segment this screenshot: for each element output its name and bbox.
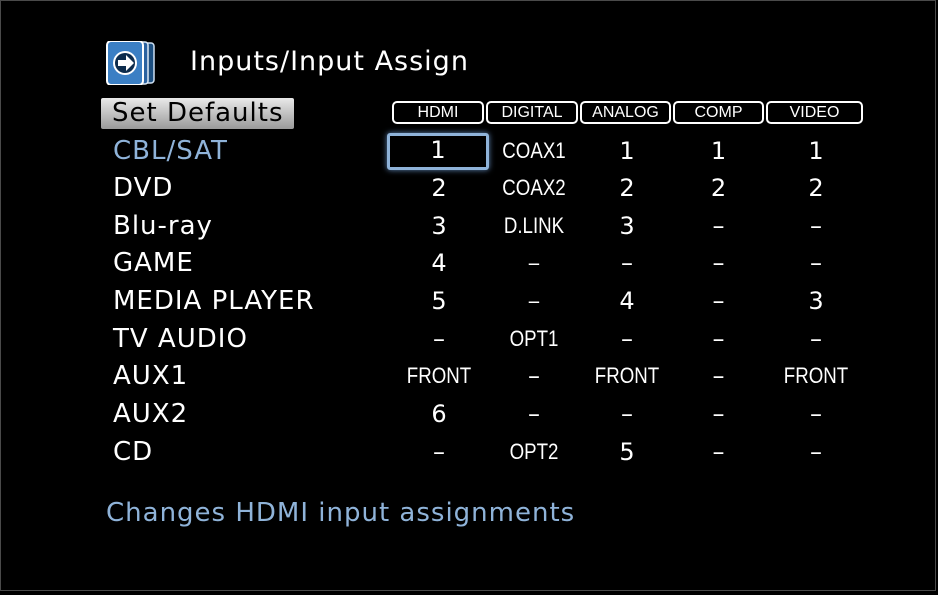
cell-comp[interactable]: –: [673, 285, 764, 317]
cell-hdmi[interactable]: –: [390, 436, 488, 468]
row-label-media-player[interactable]: MEDIA PLAYER: [113, 285, 315, 317]
cell-hdmi[interactable]: 4: [390, 247, 488, 279]
row-label-cd[interactable]: CD: [113, 436, 153, 468]
row-label-aux1[interactable]: AUX1: [113, 360, 188, 392]
cell-analog[interactable]: –: [580, 323, 674, 355]
cell-digital[interactable]: COAX1: [493, 135, 575, 167]
cell-comp[interactable]: 1: [673, 135, 764, 167]
cell-video[interactable]: –: [768, 210, 864, 242]
row-label-dvd[interactable]: DVD: [113, 172, 173, 204]
cell-analog[interactable]: –: [580, 247, 674, 279]
cell-digital[interactable]: –: [493, 247, 575, 279]
row-label-aux2[interactable]: AUX2: [113, 398, 188, 430]
cell-digital[interactable]: D.LINK: [493, 210, 575, 242]
cell-analog[interactable]: 5: [580, 436, 674, 468]
column-header-digital: DIGITAL: [486, 101, 578, 124]
cell-comp[interactable]: –: [673, 247, 764, 279]
cell-video[interactable]: 1: [768, 135, 864, 167]
status-message: Changes HDMI input assignments: [106, 498, 576, 528]
cell-video[interactable]: 2: [768, 172, 864, 204]
cell-digital[interactable]: –: [486, 398, 582, 430]
cell-comp[interactable]: –: [673, 323, 764, 355]
row-label-game[interactable]: GAME: [113, 247, 194, 279]
input-arrow-icon: [106, 41, 155, 85]
cell-comp[interactable]: –: [673, 210, 764, 242]
cell-video[interactable]: FRONT: [775, 360, 857, 392]
cell-analog[interactable]: –: [580, 398, 674, 430]
cell-hdmi[interactable]: 2: [390, 172, 488, 204]
column-header-video: VIDEO: [766, 101, 863, 124]
cell-comp[interactable]: –: [673, 398, 764, 430]
cell-hdmi-selected[interactable]: 1: [387, 133, 489, 170]
cell-comp[interactable]: –: [673, 436, 764, 468]
cell-analog[interactable]: 1: [580, 135, 674, 167]
cell-hdmi[interactable]: 5: [390, 285, 488, 317]
cell-analog[interactable]: 3: [580, 210, 674, 242]
cell-hdmi[interactable]: –: [390, 323, 488, 355]
page-title: Inputs/Input Assign: [190, 46, 469, 77]
row-label-tv-audio[interactable]: TV AUDIO: [113, 323, 248, 355]
cell-video[interactable]: –: [768, 436, 864, 468]
cell-digital[interactable]: –: [486, 360, 582, 392]
cell-analog[interactable]: 4: [580, 285, 674, 317]
row-label-blu-ray[interactable]: Blu-ray: [113, 210, 213, 242]
cell-hdmi[interactable]: 3: [390, 210, 488, 242]
cell-hdmi[interactable]: FRONT: [397, 360, 480, 392]
cell-analog[interactable]: 2: [580, 172, 674, 204]
cell-comp[interactable]: –: [673, 360, 764, 392]
column-header-analog: ANALOG: [580, 101, 671, 124]
cell-digital[interactable]: –: [493, 285, 575, 317]
cell-analog[interactable]: FRONT: [587, 360, 667, 392]
cell-video[interactable]: –: [768, 247, 864, 279]
column-header-comp: COMP: [673, 101, 764, 124]
cell-video[interactable]: 3: [768, 285, 864, 317]
cell-hdmi[interactable]: 6: [390, 398, 488, 430]
cell-digital[interactable]: OPT2: [493, 436, 575, 468]
cell-digital[interactable]: OPT1: [493, 323, 575, 355]
row-label-cbl-sat[interactable]: CBL/SAT: [113, 135, 228, 167]
set-defaults-button[interactable]: Set Defaults: [101, 98, 294, 129]
cell-video[interactable]: –: [768, 398, 864, 430]
column-header-hdmi: HDMI: [392, 101, 484, 124]
cell-comp[interactable]: 2: [673, 172, 764, 204]
cell-video[interactable]: –: [768, 323, 864, 355]
cell-digital[interactable]: COAX2: [493, 172, 575, 204]
